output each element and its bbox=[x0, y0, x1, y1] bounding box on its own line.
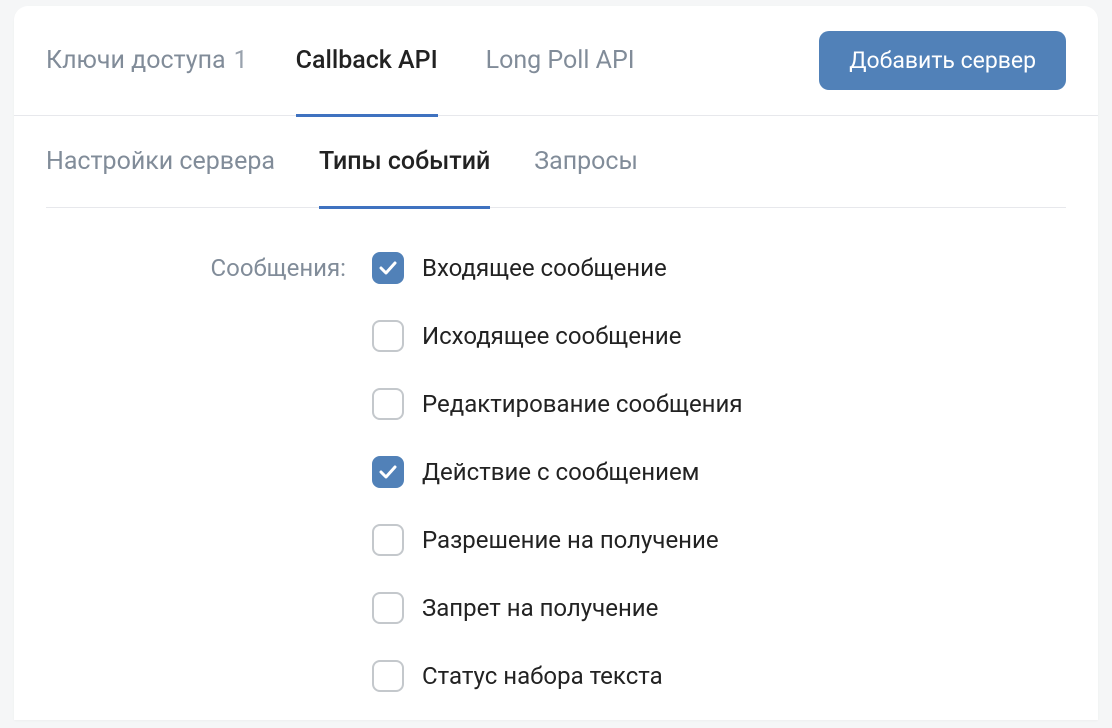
top-tabs: Ключи доступа 1 Callback API Long Poll A… bbox=[14, 6, 1098, 116]
option-incoming-message[interactable]: Входящее сообщение bbox=[372, 252, 1066, 284]
option-deny-receive[interactable]: Запрет на получение bbox=[372, 592, 1066, 624]
checkbox[interactable] bbox=[372, 252, 404, 284]
option-label: Действие с сообщением bbox=[422, 458, 699, 486]
tab-count: 1 bbox=[234, 46, 248, 75]
tab-label: Callback API bbox=[296, 46, 438, 75]
tab-long-poll-api[interactable]: Long Poll API bbox=[486, 6, 635, 116]
check-icon bbox=[379, 261, 397, 275]
tab-label: Ключи доступа bbox=[46, 46, 226, 75]
option-label: Запрет на получение bbox=[422, 594, 658, 622]
tab-label: Long Poll API bbox=[486, 46, 635, 75]
subtab-event-types[interactable]: Типы событий bbox=[319, 116, 490, 208]
messages-section: Сообщения: Входящее сообщение Исходящее … bbox=[46, 252, 1066, 728]
sub-tabs-container: Настройки сервера Типы событий Запросы bbox=[14, 116, 1098, 208]
add-server-button[interactable]: Добавить сервер bbox=[819, 31, 1066, 90]
checkbox[interactable] bbox=[372, 456, 404, 488]
options-list: Входящее сообщение Исходящее сообщение Р… bbox=[372, 252, 1066, 728]
subtab-label: Запросы bbox=[534, 147, 638, 176]
tab-callback-api[interactable]: Callback API bbox=[296, 6, 438, 116]
settings-card: Ключи доступа 1 Callback API Long Poll A… bbox=[14, 6, 1098, 720]
option-message-action[interactable]: Действие с сообщением bbox=[372, 456, 1066, 488]
option-label: Исходящее сообщение bbox=[422, 322, 681, 350]
subtab-requests[interactable]: Запросы bbox=[534, 116, 638, 208]
option-edit-message[interactable]: Редактирование сообщения bbox=[372, 388, 1066, 420]
subtab-label: Типы событий bbox=[319, 147, 490, 176]
option-typing-status[interactable]: Статус набора текста bbox=[372, 660, 1066, 692]
event-types-content: Сообщения: Входящее сообщение Исходящее … bbox=[14, 208, 1098, 728]
option-label: Статус набора текста bbox=[422, 662, 663, 690]
option-allow-receive[interactable]: Разрешение на получение bbox=[372, 524, 1066, 556]
checkbox[interactable] bbox=[372, 592, 404, 624]
check-icon bbox=[379, 465, 397, 479]
checkbox[interactable] bbox=[372, 320, 404, 352]
option-label: Редактирование сообщения bbox=[422, 390, 743, 418]
subtab-label: Настройки сервера bbox=[46, 147, 275, 176]
section-label: Сообщения: bbox=[46, 252, 372, 282]
checkbox[interactable] bbox=[372, 660, 404, 692]
subtab-server-settings[interactable]: Настройки сервера bbox=[46, 116, 275, 208]
option-outgoing-message[interactable]: Исходящее сообщение bbox=[372, 320, 1066, 352]
option-label: Разрешение на получение bbox=[422, 526, 719, 554]
checkbox[interactable] bbox=[372, 524, 404, 556]
checkbox[interactable] bbox=[372, 388, 404, 420]
tab-access-keys[interactable]: Ключи доступа 1 bbox=[46, 6, 248, 116]
sub-tabs: Настройки сервера Типы событий Запросы bbox=[46, 116, 1066, 208]
option-label: Входящее сообщение bbox=[422, 254, 667, 282]
